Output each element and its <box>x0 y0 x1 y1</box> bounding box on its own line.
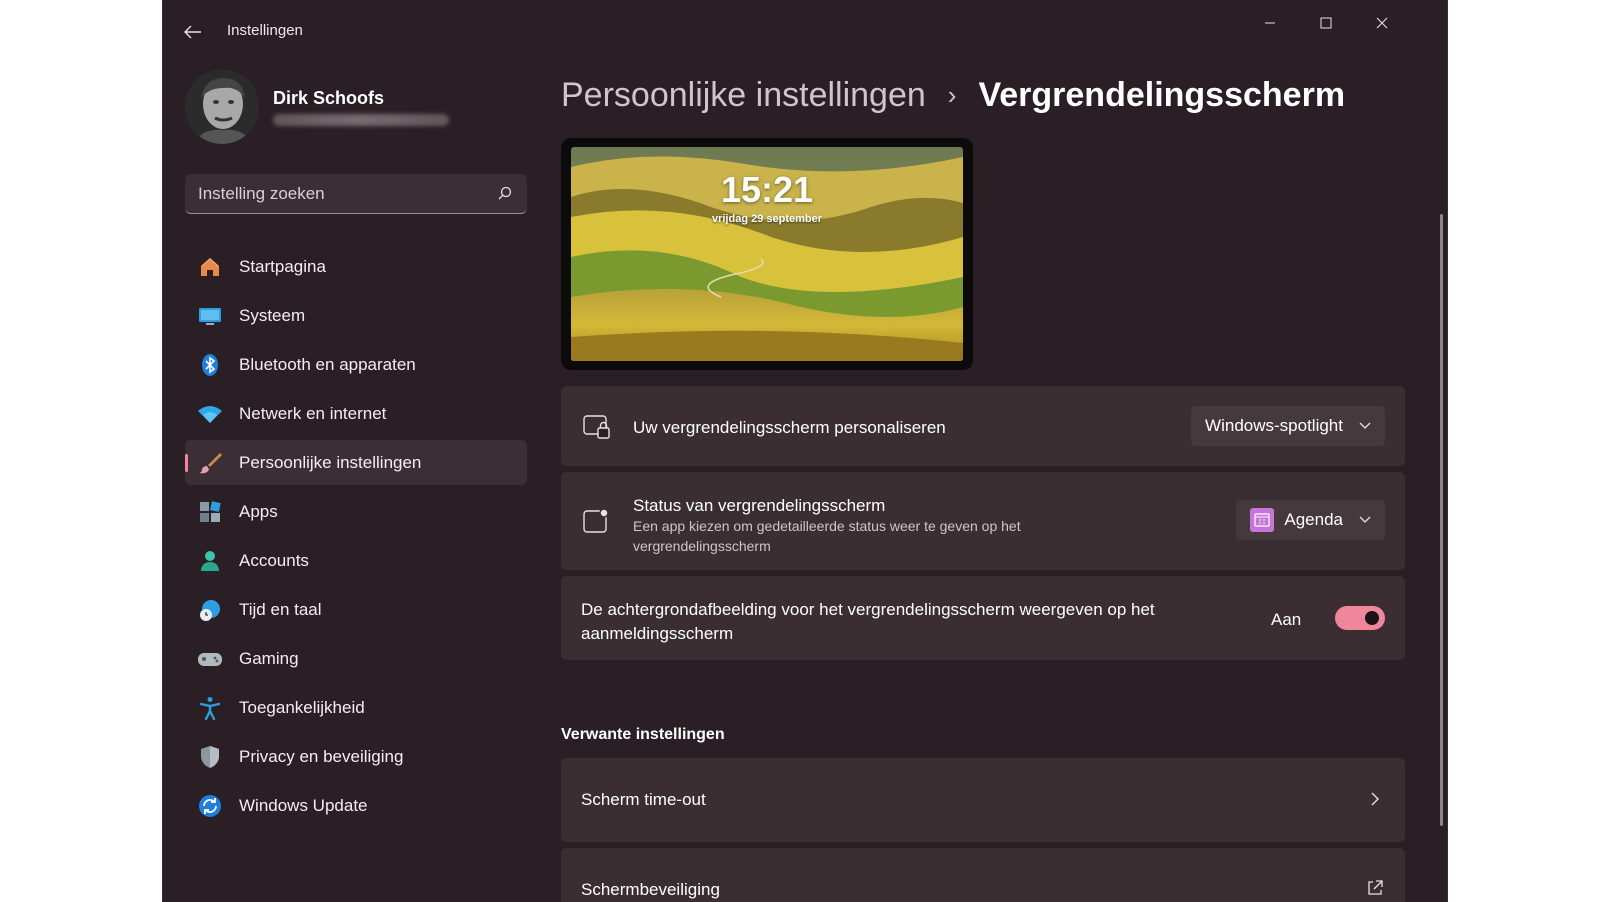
sidebar-item-gaming[interactable]: Gaming <box>185 636 527 681</box>
sidebar-item-label: Startpagina <box>239 256 326 276</box>
brush-icon <box>197 450 223 476</box>
chevron-down-icon <box>1359 516 1371 523</box>
preview-clock: 15:21 <box>720 169 814 210</box>
card-status[interactable]: Status van vergrendelingsscherm Een app … <box>561 472 1405 570</box>
sidebar-item-label: Apps <box>239 501 278 521</box>
user-name: Dirk Schoofs <box>273 88 385 108</box>
card-title: De achtergrondafbeelding voor het vergre… <box>581 600 1155 643</box>
gamepad-icon <box>197 646 223 672</box>
search-box[interactable] <box>185 174 527 214</box>
dropdown-value: Windows-spotlight <box>1205 416 1343 435</box>
dropdown-value: Agenda <box>1284 510 1343 529</box>
toggle-state-label: Aan <box>1271 610 1302 629</box>
related-item-screen-timeout[interactable]: Scherm time-out <box>561 758 1405 842</box>
card-title: Uw vergrendelingsscherm personaliseren <box>633 418 946 437</box>
related-item-label: Scherm time-out <box>581 790 706 809</box>
sidebar-item-label: Accounts <box>239 550 309 570</box>
sidebar-item-netwerk[interactable]: Netwerk en internet <box>185 391 527 436</box>
sidebar-item-label: Systeem <box>239 305 306 325</box>
sidebar-item-apps[interactable]: Apps <box>185 489 527 534</box>
accessibility-icon <box>197 695 223 721</box>
status-dropdown[interactable]: Agenda <box>1236 500 1385 540</box>
person-icon <box>197 548 223 574</box>
shield-icon <box>197 744 223 770</box>
sidebar-nav: Startpagina Systeem Bluetooth en apparat… <box>185 244 527 832</box>
scrollbar[interactable] <box>1440 214 1443 826</box>
minimize-button[interactable] <box>1247 8 1293 38</box>
sidebar-item-label: Netwerk en internet <box>239 403 387 423</box>
sidebar-item-windows-update[interactable]: Windows Update <box>185 783 527 828</box>
title-bar: Instellingen <box>163 0 1447 62</box>
card-background-signin: De achtergrondafbeelding voor het vergre… <box>561 576 1405 660</box>
lock-screen-preview: 15:21 vrijdag 29 september <box>561 138 973 370</box>
search-icon[interactable] <box>497 185 513 201</box>
chevron-right-icon: › <box>947 80 957 110</box>
maximize-button[interactable] <box>1303 8 1349 38</box>
related-item-screensaver[interactable]: Schermbeveiliging <box>561 848 1405 902</box>
lock-screen-icon <box>583 415 610 439</box>
external-link-icon <box>1368 880 1383 895</box>
user-photo <box>185 70 259 144</box>
app-title: Instellingen <box>227 22 303 39</box>
status-widget-icon <box>583 508 609 533</box>
sidebar: Dirk Schoofs Startpagina Systeem <box>163 62 543 902</box>
sidebar-item-label: Tijd en taal <box>239 599 322 619</box>
sidebar-item-label: Gaming <box>239 648 299 668</box>
update-icon <box>197 793 223 819</box>
monitor-icon <box>197 303 223 329</box>
home-icon <box>197 254 223 280</box>
sidebar-item-label: Bluetooth en apparaten <box>239 354 416 374</box>
bluetooth-icon <box>197 352 223 378</box>
search-input[interactable] <box>185 174 527 213</box>
breadcrumb-parent[interactable]: Persoonlijke instellingen <box>561 76 926 115</box>
chevron-down-icon <box>1359 422 1371 429</box>
sidebar-item-accounts[interactable]: Accounts <box>185 538 527 583</box>
back-button[interactable] <box>179 18 207 46</box>
close-button[interactable] <box>1359 8 1405 38</box>
maximize-icon <box>1320 17 1332 29</box>
globe-clock-icon <box>197 597 223 623</box>
related-item-label: Schermbeveiliging <box>581 880 720 899</box>
close-icon <box>1376 17 1388 29</box>
preview-date: vrijdag 29 september <box>711 213 823 225</box>
wifi-icon <box>197 401 223 427</box>
background-toggle[interactable] <box>1335 606 1385 630</box>
sidebar-item-label: Persoonlijke instellingen <box>239 452 422 472</box>
sidebar-item-startpagina[interactable]: Startpagina <box>185 244 527 289</box>
sidebar-item-persoonlijke-instellingen[interactable]: Persoonlijke instellingen <box>185 440 527 485</box>
preview-image: 15:21 vrijdag 29 september <box>571 147 963 361</box>
sidebar-item-label: Privacy en beveiliging <box>239 746 404 766</box>
sidebar-item-tijd-en-taal[interactable]: Tijd en taal <box>185 587 527 632</box>
sidebar-item-label: Windows Update <box>239 795 368 815</box>
card-personalize[interactable]: Uw vergrendelingsscherm personaliseren W… <box>561 386 1405 466</box>
avatar[interactable] <box>185 70 259 144</box>
apps-icon <box>197 499 223 525</box>
calendar-icon <box>1250 508 1275 532</box>
personalize-dropdown[interactable]: Windows-spotlight <box>1191 406 1385 446</box>
sidebar-item-systeem[interactable]: Systeem <box>185 293 527 338</box>
sidebar-item-label: Toegankelijkheid <box>239 697 365 717</box>
section-title: Verwante instellingen <box>561 726 725 743</box>
card-title: Status van vergrendelingsscherm <box>633 496 886 515</box>
card-description: Een app kiezen om gedetailleerde status … <box>633 518 1021 554</box>
sidebar-item-privacy[interactable]: Privacy en beveiliging <box>185 734 527 779</box>
user-email-blurred <box>273 114 449 126</box>
sidebar-item-bluetooth[interactable]: Bluetooth en apparaten <box>185 342 527 387</box>
settings-window: Instellingen Dirk Schoofs Instelling zoe… <box>162 0 1448 902</box>
sidebar-item-toegankelijkheid[interactable]: Toegankelijkheid <box>185 685 527 730</box>
breadcrumb: Persoonlijke instellingen › Vergrendelin… <box>561 76 1345 115</box>
arrow-left-icon <box>184 25 201 39</box>
minimize-icon <box>1265 22 1275 24</box>
chevron-right-icon <box>1371 792 1379 806</box>
toggle-knob <box>1365 611 1379 625</box>
page-title: Vergrendelingsscherm <box>978 76 1346 114</box>
main-content: Persoonlijke instellingen › Vergrendelin… <box>561 62 1447 902</box>
